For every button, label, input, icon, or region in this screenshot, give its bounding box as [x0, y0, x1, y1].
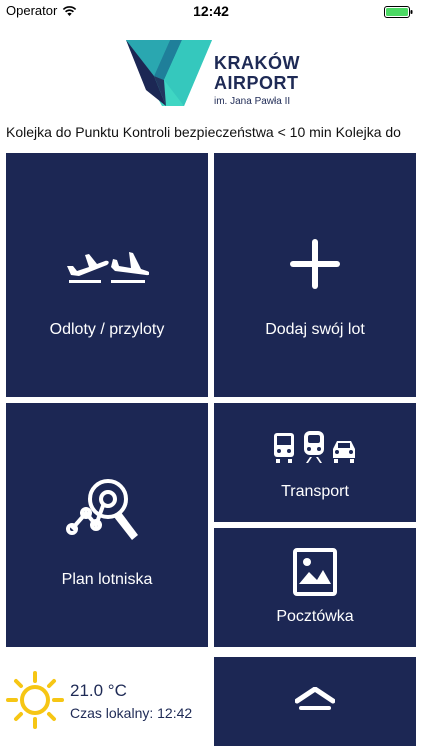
postcard-tile[interactable]: Pocztówka [214, 528, 416, 647]
status-bar: Operator 12:42 [0, 0, 422, 22]
more-button[interactable] [214, 657, 416, 746]
transport-tile[interactable]: Transport [214, 403, 416, 522]
flights-tile[interactable]: Odloty / przyloty [6, 153, 208, 397]
airport-plan-tile[interactable]: Plan lotniska [6, 403, 208, 647]
sun-icon [6, 671, 64, 729]
add-flight-label: Dodaj swój lot [265, 321, 365, 338]
airport-logo-mark-icon [126, 40, 212, 106]
map-search-icon [6, 477, 208, 543]
battery-icon [384, 5, 414, 23]
logo-city: KRAKÓW [214, 53, 300, 73]
local-time: Czas lokalny: 12:42 [70, 705, 193, 721]
weather-widget: 21.0 °C Czas lokalny: 12:42 [6, 665, 208, 745]
chevron-up-icon [214, 687, 416, 711]
airport-plan-label: Plan lotniska [61, 571, 153, 588]
flights-label: Odloty / przyloty [49, 321, 165, 338]
ticker-text: Kolejka do Punktu Kontroli bezpieczeństw… [6, 124, 401, 140]
plus-icon [214, 239, 416, 289]
logo-airport: AIRPORT [214, 73, 299, 93]
bus-train-car-icon [214, 431, 416, 463]
postcard-icon [214, 548, 416, 596]
clock: 12:42 [193, 3, 229, 19]
postcard-label: Pocztówka [276, 608, 354, 625]
temperature: 21.0 °C [70, 681, 127, 700]
add-flight-tile[interactable]: Dodaj swój lot [214, 153, 416, 397]
logo-patron: im. Jana Pawła II [214, 96, 291, 107]
transport-label: Transport [281, 483, 349, 500]
queue-ticker: Kolejka do Punktu Kontroli bezpieczeństw… [0, 120, 422, 144]
krakow-airport-logo: KRAKÓW AIRPORT im. Jana Pawła II [126, 40, 306, 108]
logo-wordmark: KRAKÓW AIRPORT im. Jana Pawła II [214, 54, 300, 107]
plane-departure-arrival-icon [6, 249, 208, 285]
